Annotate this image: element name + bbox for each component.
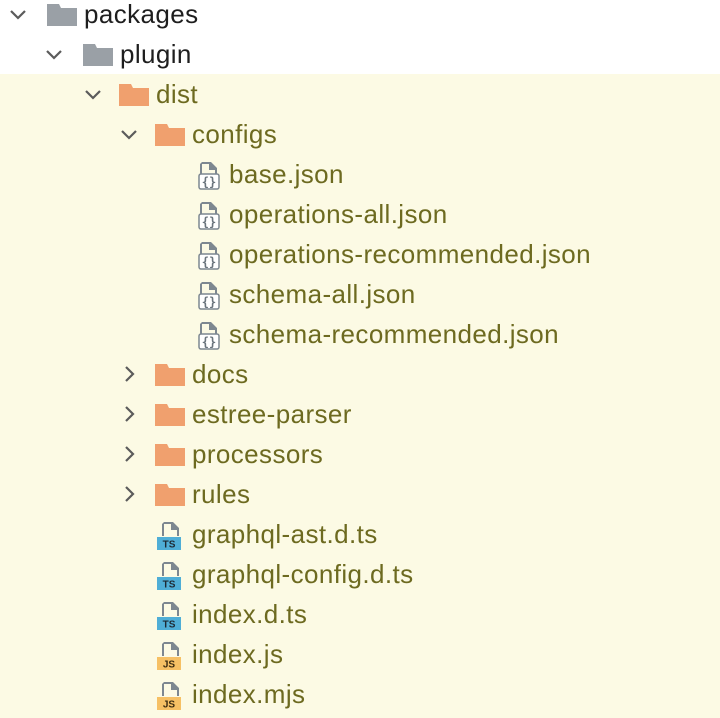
folder-icon [155, 364, 185, 386]
tree-label-operations-all-json: operations-all.json [229, 199, 448, 229]
json-file-icon: {} [198, 162, 220, 190]
tree-label-graphql-config-d-ts: graphql-config.d.ts [192, 559, 414, 589]
tree-file-index-d-ts[interactable]: TS index.d.ts [0, 594, 720, 634]
chevron-right-icon[interactable] [117, 482, 141, 506]
tree-node-docs[interactable]: docs [0, 354, 720, 394]
folder-icon [155, 444, 185, 466]
tree-file-operations-recommended-json[interactable]: {} operations-recommended.json [0, 234, 720, 274]
tree-label-processors: processors [192, 439, 324, 469]
tree-file-schema-all-json[interactable]: {} schema-all.json [0, 274, 720, 314]
tree-label-index-js: index.js [192, 639, 284, 669]
tree-node-dist[interactable]: dist [0, 74, 720, 114]
chevron-down-icon[interactable] [42, 42, 66, 66]
tree-label-packages: packages [84, 0, 199, 29]
tree-label-plugin: plugin [120, 39, 192, 69]
javascript-file-icon: JS [157, 682, 181, 711]
js-badge-text: JS [163, 700, 176, 711]
typescript-file-icon: TS [157, 522, 181, 551]
tree-label-estree-parser: estree-parser [192, 399, 352, 429]
folder-icon [155, 404, 185, 426]
folder-icon [47, 4, 77, 26]
tree-node-packages[interactable]: packages [0, 0, 720, 34]
tree-label-index-mjs: index.mjs [192, 679, 306, 709]
chevron-down-icon[interactable] [81, 82, 105, 106]
tree-label-dist: dist [156, 79, 199, 109]
tree-file-base-json[interactable]: {} base.json [0, 154, 720, 194]
js-badge-text: JS [163, 660, 176, 671]
javascript-file-icon: JS [157, 642, 181, 671]
chevron-right-icon[interactable] [117, 362, 141, 386]
tree-label-schema-recommended-json: schema-recommended.json [229, 319, 560, 349]
tree-node-plugin[interactable]: plugin [0, 34, 720, 74]
svg-text:{}: {} [202, 255, 216, 269]
tree-file-index-mjs[interactable]: JS index.mjs [0, 674, 720, 714]
tree-node-configs[interactable]: configs [0, 114, 720, 154]
json-file-icon: {} [198, 282, 220, 310]
svg-text:{}: {} [202, 175, 216, 189]
tree-file-operations-all-json[interactable]: {} operations-all.json [0, 194, 720, 234]
json-file-icon: {} [198, 202, 220, 230]
tree-label-schema-all-json: schema-all.json [229, 279, 416, 309]
svg-text:{}: {} [202, 215, 216, 229]
tree-label-operations-recommended-json: operations-recommended.json [229, 239, 591, 269]
svg-text:{}: {} [202, 335, 216, 349]
ts-badge-text: TS [163, 540, 176, 551]
chevron-right-icon[interactable] [117, 402, 141, 426]
tree-label-docs: docs [192, 359, 249, 389]
tree-node-rules[interactable]: rules [0, 474, 720, 514]
svg-text:{}: {} [202, 295, 216, 309]
tree-label-index-d-ts: index.d.ts [192, 599, 308, 629]
tree-label-graphql-ast-d-ts: graphql-ast.d.ts [192, 519, 378, 549]
tree-label-rules: rules [192, 479, 251, 509]
json-file-icon: {} [198, 242, 220, 270]
tree-file-graphql-config-d-ts[interactable]: TS graphql-config.d.ts [0, 554, 720, 594]
ts-badge-text: TS [163, 620, 176, 631]
folder-icon [155, 484, 185, 506]
ts-badge-text: TS [163, 580, 176, 591]
folder-icon [83, 44, 113, 66]
chevron-down-icon[interactable] [117, 122, 141, 146]
tree-label-configs: configs [192, 119, 278, 149]
typescript-file-icon: TS [157, 602, 181, 631]
tree-node-estree-parser[interactable]: estree-parser [0, 394, 720, 434]
json-file-icon: {} [198, 322, 220, 350]
typescript-file-icon: TS [157, 562, 181, 591]
tree-file-schema-recommended-json[interactable]: {} schema-recommended.json [0, 314, 720, 354]
tree-file-graphql-ast-d-ts[interactable]: TS graphql-ast.d.ts [0, 514, 720, 554]
project-tree: packages plugin dist configs {} base.jso… [0, 0, 720, 718]
chevron-down-icon[interactable] [6, 2, 30, 26]
chevron-right-icon[interactable] [117, 442, 141, 466]
tree-node-processors[interactable]: processors [0, 434, 720, 474]
tree-file-index-js[interactable]: JS index.js [0, 634, 720, 674]
folder-icon [155, 124, 185, 146]
tree-label-base-json: base.json [229, 159, 344, 189]
folder-icon [119, 84, 149, 106]
